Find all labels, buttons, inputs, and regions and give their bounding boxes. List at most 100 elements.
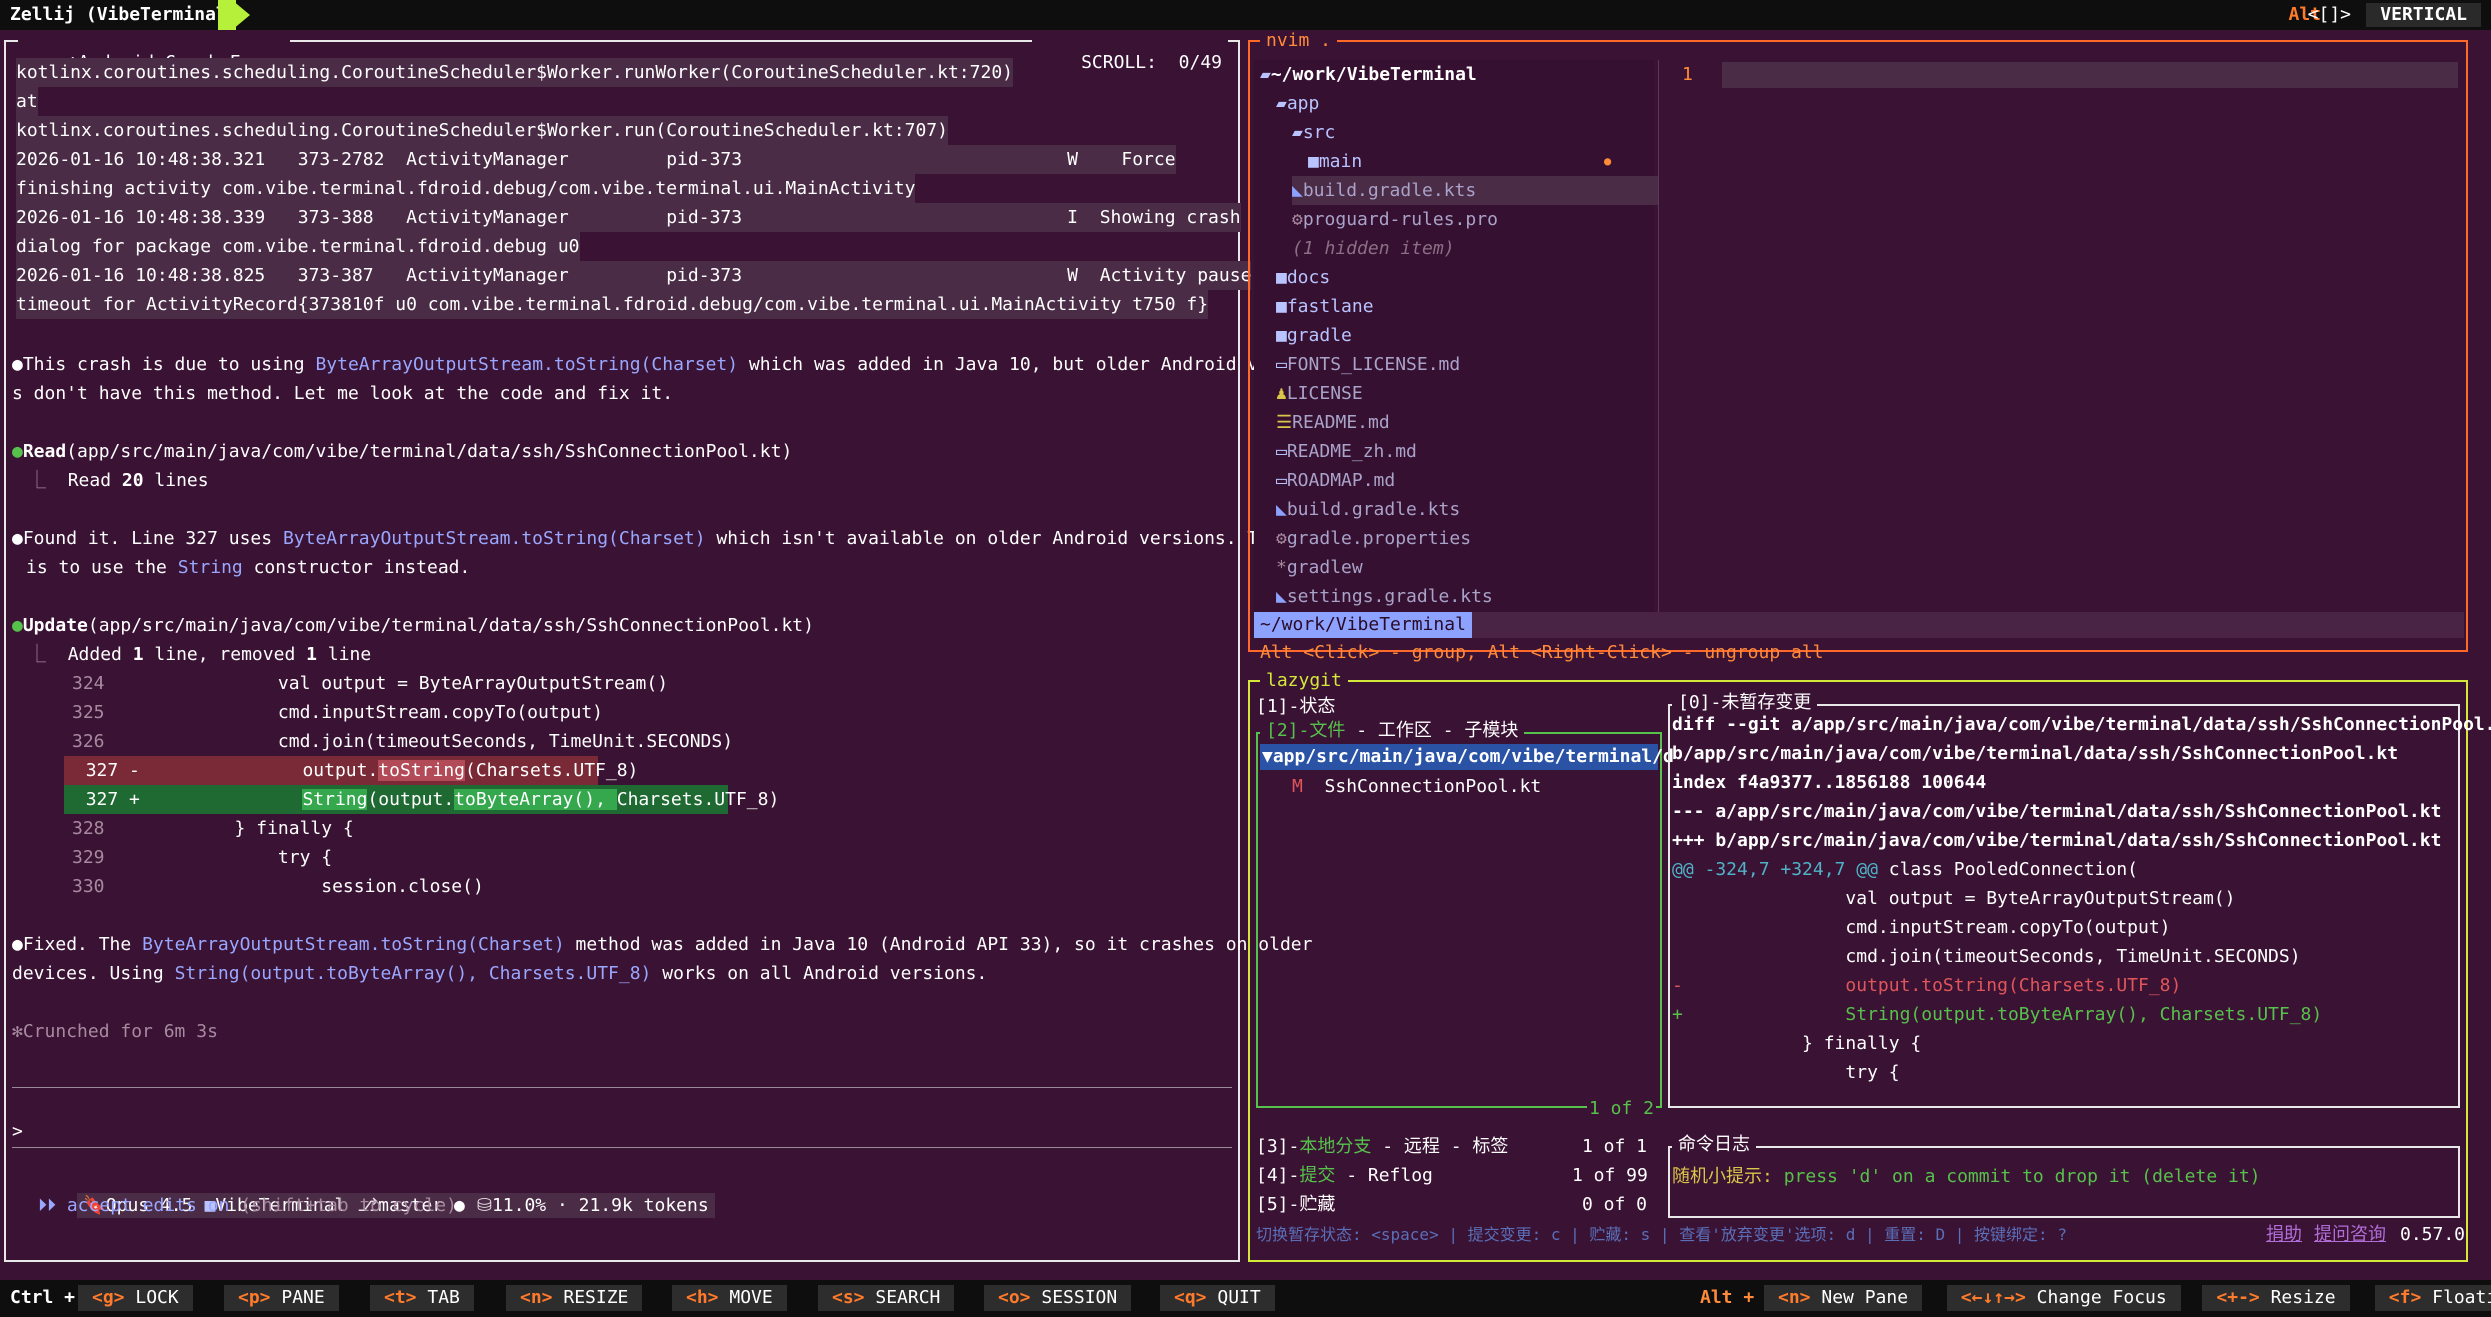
prompt-input[interactable]: > bbox=[12, 1117, 1212, 1146]
files-panel[interactable]: [2]-文件 - 工作区 - 子模块 ▼app/src/main/java/co… bbox=[1256, 720, 1674, 1120]
tree-item[interactable]: ■main ● bbox=[1308, 147, 1611, 176]
added-line: + String(output.toByteArray(), Charsets.… bbox=[1672, 1004, 2323, 1025]
alt-key-hint[interactable]: <f> Floating bbox=[2374, 1285, 2491, 1311]
tree-item-label: (1 hidden item) bbox=[1292, 238, 1455, 259]
folder-open-icon: ▰ bbox=[1276, 93, 1287, 114]
assistant-message-1-cont: s don't have this method. Let me look at… bbox=[12, 383, 674, 404]
folder-icon: ■ bbox=[1276, 296, 1287, 317]
ctrl-key-hint[interactable]: <q> QUIT bbox=[1160, 1285, 1275, 1311]
tool-call-update[interactable]: ●Update(app/src/main/java/com/vibe/termi… bbox=[12, 611, 814, 640]
nvim-statusline: ~/work/VibeTerminal bbox=[1254, 612, 2464, 638]
tree-item-label: settings.gradle.kts bbox=[1286, 586, 1493, 607]
ctrl-key-hint[interactable]: <t> TAB bbox=[370, 1285, 474, 1311]
log-line: 2026-01-16 10:48:38.321 373-2782 Activit… bbox=[16, 145, 1176, 174]
readme-icon: ☰ bbox=[1276, 412, 1293, 433]
alt-key-hint[interactable]: <n> New Pane bbox=[1764, 1285, 1923, 1311]
diff-line: 324 val output = ByteArrayOutputStream() bbox=[72, 673, 669, 694]
lazygit-title: lazygit bbox=[1260, 670, 1348, 692]
tree-item[interactable]: ▭ROADMAP.md bbox=[1276, 466, 1395, 495]
context-line: } finally { bbox=[1672, 1033, 1922, 1054]
tree-divider bbox=[1658, 60, 1659, 620]
context-line: val output = ByteArrayOutputStream() bbox=[1672, 888, 2236, 909]
tree-item[interactable]: ▭FONTS_LICENSE.md bbox=[1276, 350, 1460, 379]
assistant-message-1: ●This crash is due to using ByteArrayOut… bbox=[12, 354, 1324, 375]
diff-line: 325 cmd.inputStream.copyTo(output) bbox=[72, 702, 604, 723]
nvim-pane[interactable]: nvim . ▰~/work/VibeTerminal ▰app ▰src ■mai… bbox=[1248, 30, 2468, 663]
status-panel-title[interactable]: [1]-状态 bbox=[1256, 692, 1335, 721]
tree-root[interactable]: ▰~/work/VibeTerminal bbox=[1260, 60, 1477, 89]
version-label: 0.57.0 bbox=[2400, 1224, 2466, 1245]
files-panel-title[interactable]: [2]-文件 - 工作区 - 子模块 bbox=[1260, 720, 1525, 742]
lazygit-pane[interactable]: lazygit [1]-状态 [2]-文件 - 工作区 - 子模块 ▼app/s… bbox=[1248, 670, 2491, 1262]
log-line: 2026-01-16 10:48:38.339 373-388 Activity… bbox=[16, 203, 1241, 232]
tree-item[interactable]: ■gradle bbox=[1276, 321, 1352, 350]
tree-item[interactable]: *gradlew bbox=[1276, 553, 1363, 582]
stash-panel-title[interactable]: [5]-贮藏 bbox=[1256, 1190, 1335, 1219]
folder-icon: ■ bbox=[1276, 267, 1287, 288]
ctrl-key-hint[interactable]: <n> RESIZE bbox=[506, 1285, 643, 1311]
ctrl-key-hint[interactable]: <o> SESSION bbox=[984, 1285, 1132, 1311]
markdown-icon: ▭ bbox=[1276, 470, 1287, 491]
tree-item[interactable]: ⚙proguard-rules.pro bbox=[1292, 205, 1498, 234]
ctrl-key-hint[interactable]: <g> LOCK bbox=[78, 1285, 193, 1311]
folder-open-icon: ▰ bbox=[1260, 64, 1271, 85]
log-line: finishing activity com.vibe.terminal.fdr… bbox=[16, 174, 916, 203]
keybinding-footer: 切换暂存状态: <space> | 提交变更: c | 贮藏: s | 查看'放… bbox=[1256, 1225, 2067, 1244]
selected-dir-row[interactable]: ▼app/src/main/java/com/vibe/terminal/d bbox=[1260, 744, 1674, 770]
ctrl-modifier-label: Ctrl + bbox=[10, 1287, 76, 1308]
ctrl-key-hint[interactable]: <h> MOVE bbox=[672, 1285, 787, 1311]
tree-item[interactable]: ■fastlane bbox=[1276, 292, 1374, 321]
accept-edits-status[interactable]: ⏵⏵ accept edits on (shift+tab to cycle) bbox=[38, 1191, 457, 1220]
assistant-message-3-cont: devices. Using String(output.toByteArray… bbox=[12, 963, 988, 984]
tree-item[interactable]: ⚙gradle.properties bbox=[1276, 524, 1471, 553]
tree-item[interactable]: ▭README_zh.md bbox=[1276, 437, 1417, 466]
gradle-icon: ⚙ bbox=[1276, 528, 1287, 549]
layout-mode-badge[interactable]: VERTICAL bbox=[2366, 3, 2481, 27]
commits-panel-title[interactable]: [4]-提交 - Reflog bbox=[1256, 1161, 1433, 1190]
diff-line: 329 try { bbox=[72, 847, 333, 868]
claude-code-pane[interactable]: ✻Android Crash Error SCROLL: 0/49 kotlin… bbox=[4, 30, 1323, 1262]
tree-item[interactable]: ♟LICENSE bbox=[1276, 379, 1363, 408]
tool-call-read[interactable]: ●Read(app/src/main/java/com/vibe/termina… bbox=[12, 437, 792, 466]
log-line: kotlinx.coroutines.scheduling.CoroutineS… bbox=[16, 116, 948, 145]
ctrl-key-hint[interactable]: <p> PANE bbox=[224, 1285, 339, 1311]
swap-layout-brackets[interactable]: <[]> bbox=[2308, 0, 2351, 30]
diff-header-line: index f4a9377..1856188 100644 bbox=[1672, 772, 1987, 793]
donate-link[interactable]: 捐助 bbox=[2266, 1220, 2302, 1249]
tree-item[interactable]: (1 hidden item) bbox=[1292, 234, 1455, 263]
tree-item-label: gradle.properties bbox=[1286, 528, 1472, 549]
tree-item[interactable]: ☰README.md bbox=[1276, 408, 1390, 437]
file-icon: ⚙ bbox=[1292, 209, 1303, 230]
context-line: cmd.inputStream.copyTo(output) bbox=[1672, 917, 2171, 938]
diff-panel[interactable]: [0]-未暂存变更 diff --git a/app/src/main/java… bbox=[1668, 692, 2491, 1108]
diff-line-deleted: 327 - output.toString(Charsets.UTF_8) bbox=[64, 756, 638, 785]
assistant-message-2-cont: is to use the String constructor instead… bbox=[26, 557, 471, 578]
prompt-divider-top bbox=[12, 1087, 1232, 1088]
tree-item-label: README_zh.md bbox=[1286, 441, 1417, 462]
tree-item[interactable]: ▰src bbox=[1292, 118, 1335, 147]
log-line: 2026-01-16 10:48:38.825 373-387 Activity… bbox=[16, 261, 1252, 290]
alt-key-hint[interactable]: <←↓↑→> Change Focus bbox=[1946, 1285, 2181, 1311]
ask-question-link[interactable]: 提问咨询 bbox=[2314, 1220, 2386, 1249]
branches-count: 1 of 1 bbox=[1582, 1136, 1648, 1157]
tree-item[interactable]: ■docs bbox=[1276, 263, 1330, 292]
tree-item[interactable]: ▰app bbox=[1276, 89, 1319, 118]
file-tree[interactable]: ▰~/work/VibeTerminal ▰app ▰src ■main ● ◣buil… bbox=[1254, 60, 1658, 620]
markdown-icon: ▭ bbox=[1276, 354, 1287, 375]
branches-panel-title[interactable]: [3]-本地分支 - 远程 - 标签 bbox=[1256, 1132, 1508, 1161]
file-row[interactable]: M SshConnectionPool.kt bbox=[1292, 772, 1541, 801]
log-line: kotlinx.coroutines.scheduling.CoroutineS… bbox=[16, 58, 1013, 87]
tree-item-label: app bbox=[1286, 93, 1320, 114]
modified-dot-icon: ● bbox=[1604, 154, 1612, 168]
log-line: dialog for package com.vibe.terminal.fdr… bbox=[16, 232, 580, 261]
diff-header-line: --- a/app/src/main/java/com/vibe/termina… bbox=[1672, 801, 2442, 822]
tree-item[interactable]: ◣build.gradle.kts bbox=[1292, 176, 1658, 205]
tree-item-label: main bbox=[1318, 151, 1363, 172]
zellij-top-bar: Zellij (VibeTerminal) Alt <[]> VERTICAL bbox=[0, 0, 2491, 30]
tree-item[interactable]: ◣settings.gradle.kts bbox=[1276, 582, 1493, 611]
diff-header-line: +++ b/app/src/main/java/com/vibe/termina… bbox=[1672, 830, 2442, 851]
tree-item-label: build.gradle.kts bbox=[1286, 499, 1461, 520]
tree-item[interactable]: ◣build.gradle.kts bbox=[1276, 495, 1460, 524]
ctrl-key-hint[interactable]: <s> SEARCH bbox=[818, 1285, 955, 1311]
alt-key-hint[interactable]: <+-> Resize bbox=[2202, 1285, 2350, 1311]
